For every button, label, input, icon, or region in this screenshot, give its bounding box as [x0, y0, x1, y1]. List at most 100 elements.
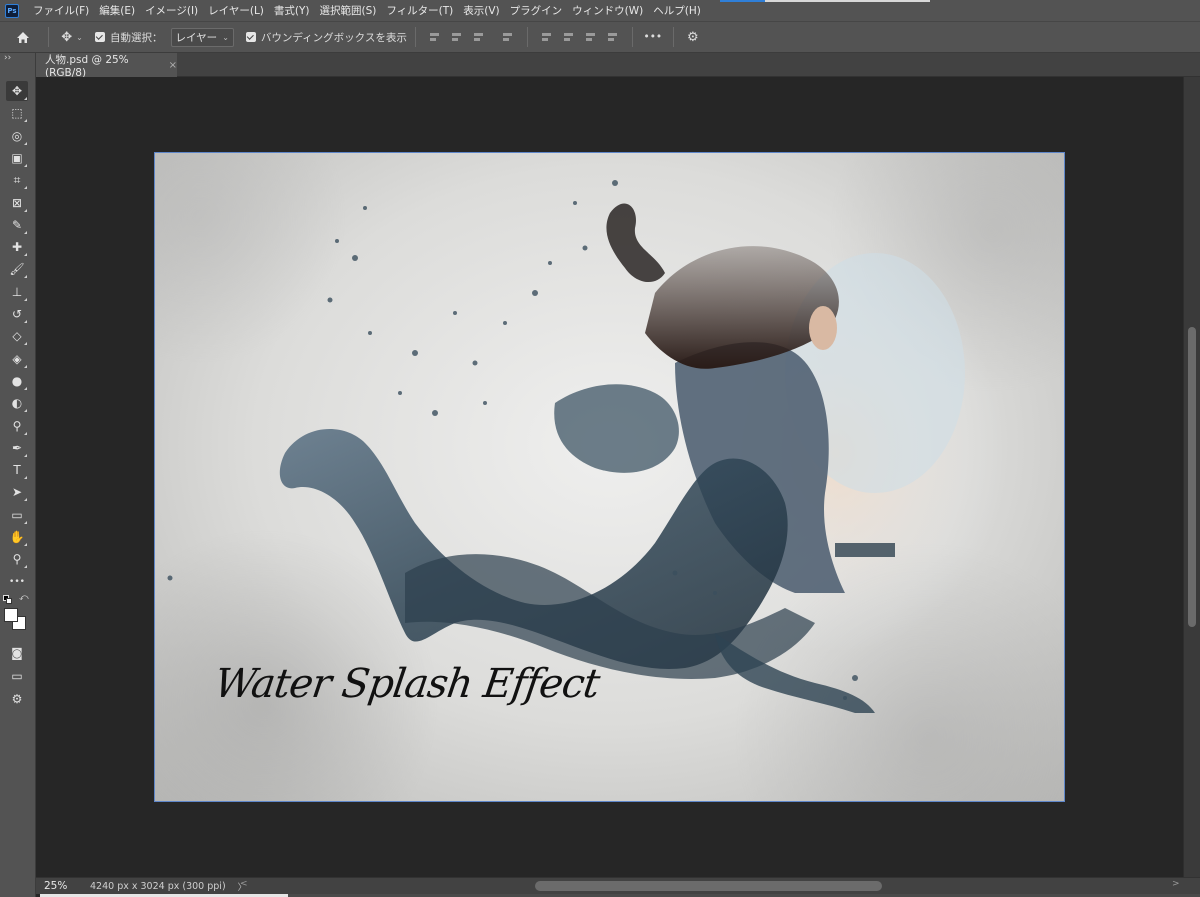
default-colors-icon[interactable] — [3, 595, 12, 604]
paint-bucket-tool-icon[interactable]: ◈ — [6, 349, 28, 369]
history-brush-tool-icon[interactable]: ↺ — [6, 304, 28, 324]
menu-edit[interactable]: 編集(E) — [94, 3, 140, 18]
photoshop-logo[interactable]: Ps — [5, 3, 19, 18]
marquee-tool-icon[interactable]: ⬚ — [6, 103, 28, 123]
menu-help[interactable]: ヘルプ(H) — [648, 3, 706, 18]
document-canvas[interactable]: Water Splash Effect — [154, 152, 1065, 802]
object-select-tool-icon[interactable]: ◎ — [6, 126, 28, 146]
distribute-horizontal-icon[interactable] — [607, 31, 619, 43]
foreground-color-swatch[interactable] — [4, 608, 18, 622]
eraser-tool-icon[interactable]: ◇ — [6, 326, 28, 346]
zoom-tool-icon[interactable]: ⚲ — [6, 549, 28, 569]
hand-tool-icon[interactable]: ✋ — [6, 527, 28, 547]
align-left-icon[interactable] — [429, 31, 441, 43]
bounding-box-checkbox[interactable] — [245, 32, 256, 42]
align-right-icon[interactable] — [473, 31, 485, 43]
separator — [48, 27, 49, 47]
auto-select-label: 自動選択： — [110, 31, 163, 44]
quick-mask-icon[interactable]: ◙ — [6, 643, 28, 663]
show-bounding-box-toggle[interactable]: バウンディングボックスを表示 — [245, 25, 407, 49]
horizontal-scroll-thumb[interactable] — [535, 881, 882, 891]
rectangle-tool-icon[interactable]: ▭ — [6, 505, 28, 525]
document-tab[interactable]: 人物.psd @ 25% (RGB/8) × — [36, 53, 177, 79]
menu-type[interactable]: 書式(Y) — [269, 3, 315, 18]
align-vertical-center-icon[interactable] — [563, 31, 575, 43]
vertical-scroll-thumb[interactable] — [1188, 327, 1196, 627]
home-button[interactable] — [6, 25, 40, 49]
title-bar-search[interactable] — [765, 0, 930, 2]
tools-panel: ›› ✥ ⬚ ◎ ▣ ⌗ ⊠ ✎ ✚ 🖌 ⊥ ↺ ◇ ◈ ● ◐ ⚲ ✒ T ➤ ▭ ✋ ⚲ ••• ⤺ ◙ ▭ ⚙ — [0, 53, 36, 897]
close-icon[interactable]: × — [169, 60, 177, 71]
splash-top — [606, 203, 665, 283]
eyedropper-tool-icon[interactable]: ✎ — [6, 215, 28, 235]
document-size-info: 4240 px x 3024 px (300 ppi) — [90, 880, 226, 892]
more-options-button[interactable]: ••• — [641, 25, 665, 49]
tool-group-indicator — [24, 543, 27, 546]
type-tool-icon[interactable]: T — [6, 460, 28, 480]
sea-horizon — [835, 543, 895, 557]
separator — [631, 27, 633, 47]
more-icon: ••• — [643, 31, 663, 43]
tool-group-indicator — [24, 230, 27, 234]
canvas-area[interactable]: Water Splash Effect — [36, 77, 1183, 877]
vertical-scrollbar[interactable] — [1183, 77, 1200, 877]
frame-tool-icon[interactable]: ⊠ — [6, 193, 28, 213]
screen-mode-icon[interactable]: ▭ — [6, 666, 28, 686]
move-tool-preset-button[interactable]: ✥ ⌄ — [57, 25, 87, 49]
tool-group-indicator — [24, 275, 27, 279]
brush-tool-icon[interactable]: 🖌 — [6, 259, 28, 279]
healing-brush-tool-icon[interactable]: ✚ — [6, 237, 28, 257]
tool-group-indicator — [24, 186, 27, 190]
tool-group-indicator — [24, 141, 27, 145]
pen-tool-icon[interactable]: ✒ — [6, 438, 28, 458]
document-tab-title: 人物.psd @ 25% (RGB/8) — [45, 53, 129, 79]
clone-stamp-tool-icon[interactable]: ⊥ — [6, 282, 28, 302]
swap-colors-icon[interactable]: ⤺ — [19, 593, 29, 603]
path-selection-tool-icon[interactable]: ➤ — [6, 482, 28, 502]
settings-button[interactable]: ⚙ — [682, 25, 704, 49]
tool-group-indicator — [24, 364, 27, 368]
status-bar: 25% 4240 px x 3024 px (300 ppi) 〉 < > — [36, 877, 1200, 894]
tool-group-indicator — [24, 320, 27, 323]
auto-select-toggle[interactable]: 自動選択： — [95, 25, 163, 49]
tool-group-indicator — [24, 386, 27, 390]
frame-select-tool-icon[interactable]: ▣ — [6, 148, 28, 168]
move-icon: ✥ — [61, 29, 73, 45]
zoom-level-field[interactable]: 25% — [36, 880, 76, 892]
generative-icon[interactable]: ⚙ — [6, 689, 28, 709]
tool-group-indicator — [24, 520, 27, 524]
bounding-box-label: バウンディングボックスを表示 — [260, 31, 407, 44]
menu-select[interactable]: 選択範囲(S) — [315, 3, 382, 18]
menu-plugins[interactable]: プラグイン — [505, 3, 568, 18]
menu-layer[interactable]: レイヤー(L) — [203, 3, 269, 18]
auto-select-checkbox[interactable] — [95, 32, 105, 42]
sponge-tool-icon[interactable]: ⚲ — [6, 416, 28, 436]
collapse-panel-icon[interactable]: ›› — [4, 53, 11, 63]
menu-view[interactable]: 表示(V) — [458, 3, 504, 18]
distribute-vertical-icon[interactable] — [502, 31, 514, 43]
dodge-tool-icon[interactable]: ◐ — [6, 393, 28, 413]
chevron-down-icon: ⌄ — [222, 32, 229, 42]
align-horizontal-center-icon[interactable] — [451, 31, 463, 43]
menu-window[interactable]: ウィンドウ(W) — [567, 3, 648, 18]
tool-group-indicator — [24, 163, 27, 167]
gear-icon: ⚙ — [687, 29, 699, 45]
tool-group-indicator — [24, 498, 27, 502]
menu-image[interactable]: イメージ(I) — [140, 3, 203, 18]
tool-group-indicator — [24, 453, 27, 457]
menu-file[interactable]: ファイル(F) — [28, 3, 94, 18]
crop-tool-icon[interactable]: ⌗ — [6, 170, 28, 190]
artwork-title: Water Splash Effect — [211, 661, 602, 707]
menu-filter[interactable]: フィルター(T) — [381, 3, 458, 18]
scroll-right-arrow-icon[interactable]: > — [1172, 879, 1180, 889]
blur-tool-icon[interactable]: ● — [6, 371, 28, 391]
more-tools-icon[interactable]: ••• — [6, 572, 28, 592]
align-top-icon[interactable] — [541, 31, 553, 43]
home-icon — [17, 31, 29, 43]
tool-group-indicator — [24, 342, 27, 346]
move-tool-icon[interactable]: ✥ — [6, 81, 28, 101]
align-bottom-icon[interactable] — [585, 31, 597, 43]
scroll-left-arrow-icon[interactable]: < — [240, 879, 248, 889]
document-tab-strip: 人物.psd @ 25% (RGB/8) × — [36, 53, 1200, 79]
auto-select-target-dropdown[interactable]: レイヤー ⌄ — [170, 27, 234, 47]
